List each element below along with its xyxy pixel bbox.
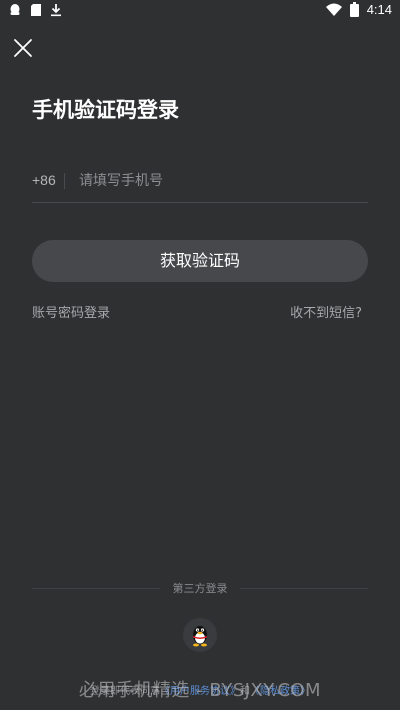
agreement-and: 和 xyxy=(240,686,250,697)
phone-divider xyxy=(64,173,65,189)
get-code-button[interactable]: 获取验证码 xyxy=(32,240,368,282)
service-agreement-link[interactable]: 《用户服务协议》 xyxy=(160,686,240,697)
close-icon xyxy=(14,39,32,57)
qq-login-button[interactable] xyxy=(183,618,217,652)
close-button[interactable] xyxy=(13,38,33,58)
qq-penguin-icon xyxy=(193,626,207,647)
password-login-link[interactable]: 账号密码登录 xyxy=(32,302,110,321)
phone-input[interactable] xyxy=(79,168,364,194)
status-icons-left xyxy=(8,3,62,17)
wifi-icon xyxy=(325,3,342,17)
page-title: 手机验证码登录 xyxy=(32,98,179,122)
status-icons-right: 4:14 xyxy=(325,2,392,17)
agreement-prefix: 登录即代表同意 xyxy=(90,686,160,697)
phone-input-row: +86 xyxy=(32,166,368,203)
country-code[interactable]: +86 xyxy=(32,172,56,188)
battery-icon xyxy=(349,2,359,17)
no-code-link[interactable]: 收不到短信? xyxy=(290,302,362,321)
status-time: 4:14 xyxy=(366,2,392,17)
sim-icon xyxy=(30,3,42,17)
qq-notification-icon xyxy=(8,3,22,17)
download-icon xyxy=(50,3,62,17)
third-party-divider-right xyxy=(240,588,368,589)
privacy-policy-link[interactable]: 《隐私政策》 xyxy=(250,686,310,697)
agreement-text: 登录即代表同意《用户服务协议》和《隐私政策》 xyxy=(0,682,400,697)
status-bar: 4:14 xyxy=(0,0,400,22)
